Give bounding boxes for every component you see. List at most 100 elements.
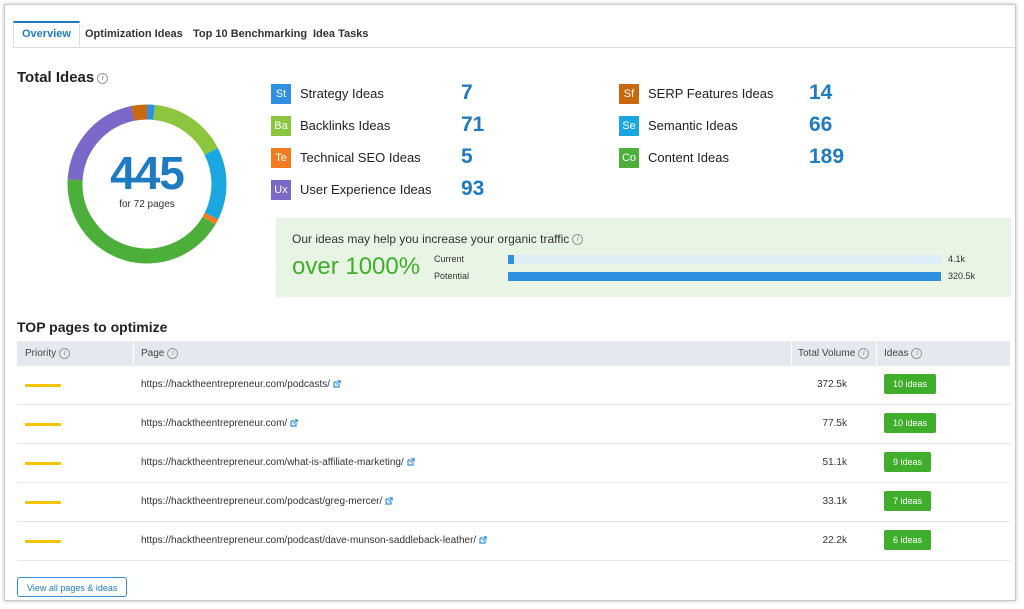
external-link-icon[interactable] (385, 497, 394, 505)
page-url-text[interactable]: https://hacktheentrepreneur.com/podcast/… (141, 535, 476, 546)
total-ideas-donut: 445 for 72 pages (63, 100, 231, 268)
page-ideas-button[interactable]: 10 ideas (884, 413, 937, 433)
strategy-count[interactable]: 7 (461, 81, 473, 105)
serp-features-label: SERP Features Ideas (648, 86, 774, 101)
table-row: https://hacktheentrepreneur.com/ 77.5k 1… (17, 405, 1010, 444)
page-url[interactable]: https://hacktheentrepreneur.com/podcast/… (141, 496, 394, 507)
semantic-badge: Se (619, 116, 639, 136)
column-priority[interactable]: Priority i (25, 348, 71, 360)
potential-traffic-bar-fill (508, 272, 941, 281)
external-link-icon[interactable] (333, 380, 341, 388)
info-icon[interactable]: i (572, 234, 584, 246)
column-page[interactable]: Page i (141, 348, 179, 360)
column-divider (791, 341, 792, 366)
column-divider (876, 341, 877, 366)
semantic-count[interactable]: 66 (809, 113, 832, 137)
info-icon[interactable]: i (858, 348, 870, 359)
strategy-badge: St (271, 84, 291, 104)
page-url-text[interactable]: https://hacktheentrepreneur.com/what-is-… (141, 457, 404, 468)
page-url-text[interactable]: https://hacktheentrepreneur.com/podcasts… (141, 379, 330, 390)
page-url-text[interactable]: https://hacktheentrepreneur.com/ (141, 418, 287, 429)
tab-overview[interactable]: Overview (13, 21, 80, 47)
table-row: https://hacktheentrepreneur.com/podcasts… (17, 366, 1010, 405)
potential-traffic-label: Potential (434, 271, 470, 281)
tab-optimization-ideas[interactable]: Optimization Ideas (77, 21, 191, 47)
donut-center: 445 for 72 pages (63, 100, 231, 268)
serp-features-badge: Sf (619, 84, 639, 104)
table-row: https://hacktheentrepreneur.com/podcast/… (17, 522, 1010, 561)
user-experience-label: User Experience Ideas (300, 182, 432, 197)
content-badge: Co (619, 148, 639, 168)
column-page-label: Page (141, 348, 165, 360)
page-ideas-button[interactable]: 9 ideas (884, 452, 932, 472)
top-pages-heading: TOP pages to optimize (17, 319, 168, 335)
column-priority-label: Priority (25, 348, 57, 360)
technical-seo-label: Technical SEO Ideas (300, 150, 421, 165)
column-ideas-label: Ideas (884, 348, 909, 360)
column-total-volume-label: Total Volume (798, 348, 856, 360)
current-traffic-label: Current (434, 254, 465, 264)
idea-category-content[interactable]: Co Content Ideas 189 (619, 145, 859, 170)
column-total-volume[interactable]: Total Volume i (798, 348, 870, 360)
page-url[interactable]: https://hacktheentrepreneur.com/podcasts… (141, 379, 341, 390)
idea-category-technical-seo[interactable]: Te Technical SEO Ideas 5 (271, 145, 511, 170)
page-volume: 22.2k (822, 535, 847, 546)
technical-seo-count[interactable]: 5 (461, 145, 473, 169)
page-ideas-button[interactable]: 10 ideas (884, 374, 937, 394)
column-divider (133, 341, 134, 366)
column-ideas[interactable]: Ideas i (884, 348, 923, 360)
external-link-icon[interactable] (479, 536, 488, 544)
page-volume: 77.5k (822, 418, 847, 429)
page-volume: 33.1k (822, 496, 847, 507)
external-link-icon[interactable] (407, 458, 415, 466)
total-ideas-count: 445 (110, 147, 185, 199)
table-row: https://hacktheentrepreneur.com/what-is-… (17, 444, 1010, 483)
organic-traffic-title-text: Our ideas may help you increase your org… (292, 232, 570, 246)
page-ideas-button[interactable]: 7 ideas (884, 491, 932, 511)
page-url[interactable]: https://hacktheentrepreneur.com/podcast/… (141, 535, 488, 546)
table-row: https://hacktheentrepreneur.com/podcast/… (17, 483, 1010, 522)
traffic-increase-headline: over 1000% (292, 253, 421, 280)
content-label: Content Ideas (648, 150, 729, 165)
page-url-text[interactable]: https://hacktheentrepreneur.com/podcast/… (141, 496, 382, 507)
total-ideas-title: Total Ideas (17, 69, 95, 86)
tab-bar: Overview Optimization Ideas Top 10 Bench… (13, 17, 1017, 48)
info-icon[interactable]: i (167, 348, 179, 359)
page-url[interactable]: https://hacktheentrepreneur.com/ (141, 418, 299, 429)
idea-category-strategy[interactable]: St Strategy Ideas 7 (271, 81, 511, 106)
user-experience-count[interactable]: 93 (461, 177, 484, 201)
page-ideas-button[interactable]: 6 ideas (884, 530, 932, 550)
priority-indicator (25, 540, 61, 543)
idea-category-serp-features[interactable]: Sf SERP Features Ideas 14 (619, 81, 859, 106)
tab-top-10-benchmarking[interactable]: Top 10 Benchmarking (185, 21, 315, 47)
user-experience-badge: Ux (271, 180, 291, 200)
page-url[interactable]: https://hacktheentrepreneur.com/what-is-… (141, 457, 415, 468)
backlinks-label: Backlinks Ideas (300, 118, 391, 133)
idea-category-backlinks[interactable]: Ba Backlinks Ideas 71 (271, 113, 511, 138)
tab-idea-tasks[interactable]: Idea Tasks (305, 21, 376, 47)
info-icon[interactable]: i (97, 72, 109, 84)
priority-indicator (25, 462, 61, 465)
backlinks-count[interactable]: 71 (461, 113, 484, 137)
potential-traffic-value: 320.5k (948, 271, 976, 281)
current-traffic-bar-fill (508, 255, 514, 264)
idea-category-semantic[interactable]: Se Semantic Ideas 66 (619, 113, 859, 138)
overview-panel: Overview Optimization Ideas Top 10 Bench… (4, 4, 1017, 601)
idea-category-user-experience[interactable]: Ux User Experience Ideas 93 (271, 177, 511, 202)
organic-traffic-title: Our ideas may help you increase your org… (292, 232, 584, 246)
external-link-icon[interactable] (290, 419, 299, 427)
priority-indicator (25, 384, 61, 387)
technical-seo-badge: Te (271, 148, 291, 168)
organic-traffic-panel: Our ideas may help you increase your org… (276, 218, 1011, 297)
current-traffic-bar (508, 255, 941, 264)
view-all-pages-button[interactable]: View all pages & ideas (17, 577, 128, 597)
top-pages-table-header: Priority i Page i Total Volume i Ideas i (17, 341, 1010, 366)
semantic-label: Semantic Ideas (648, 118, 738, 133)
info-icon[interactable]: i (911, 348, 923, 359)
content-count[interactable]: 189 (809, 145, 844, 169)
info-icon[interactable]: i (59, 348, 71, 359)
serp-features-count[interactable]: 14 (809, 81, 832, 105)
page-volume: 372.5k (816, 379, 847, 390)
strategy-label: Strategy Ideas (300, 86, 384, 101)
priority-indicator (25, 423, 61, 426)
